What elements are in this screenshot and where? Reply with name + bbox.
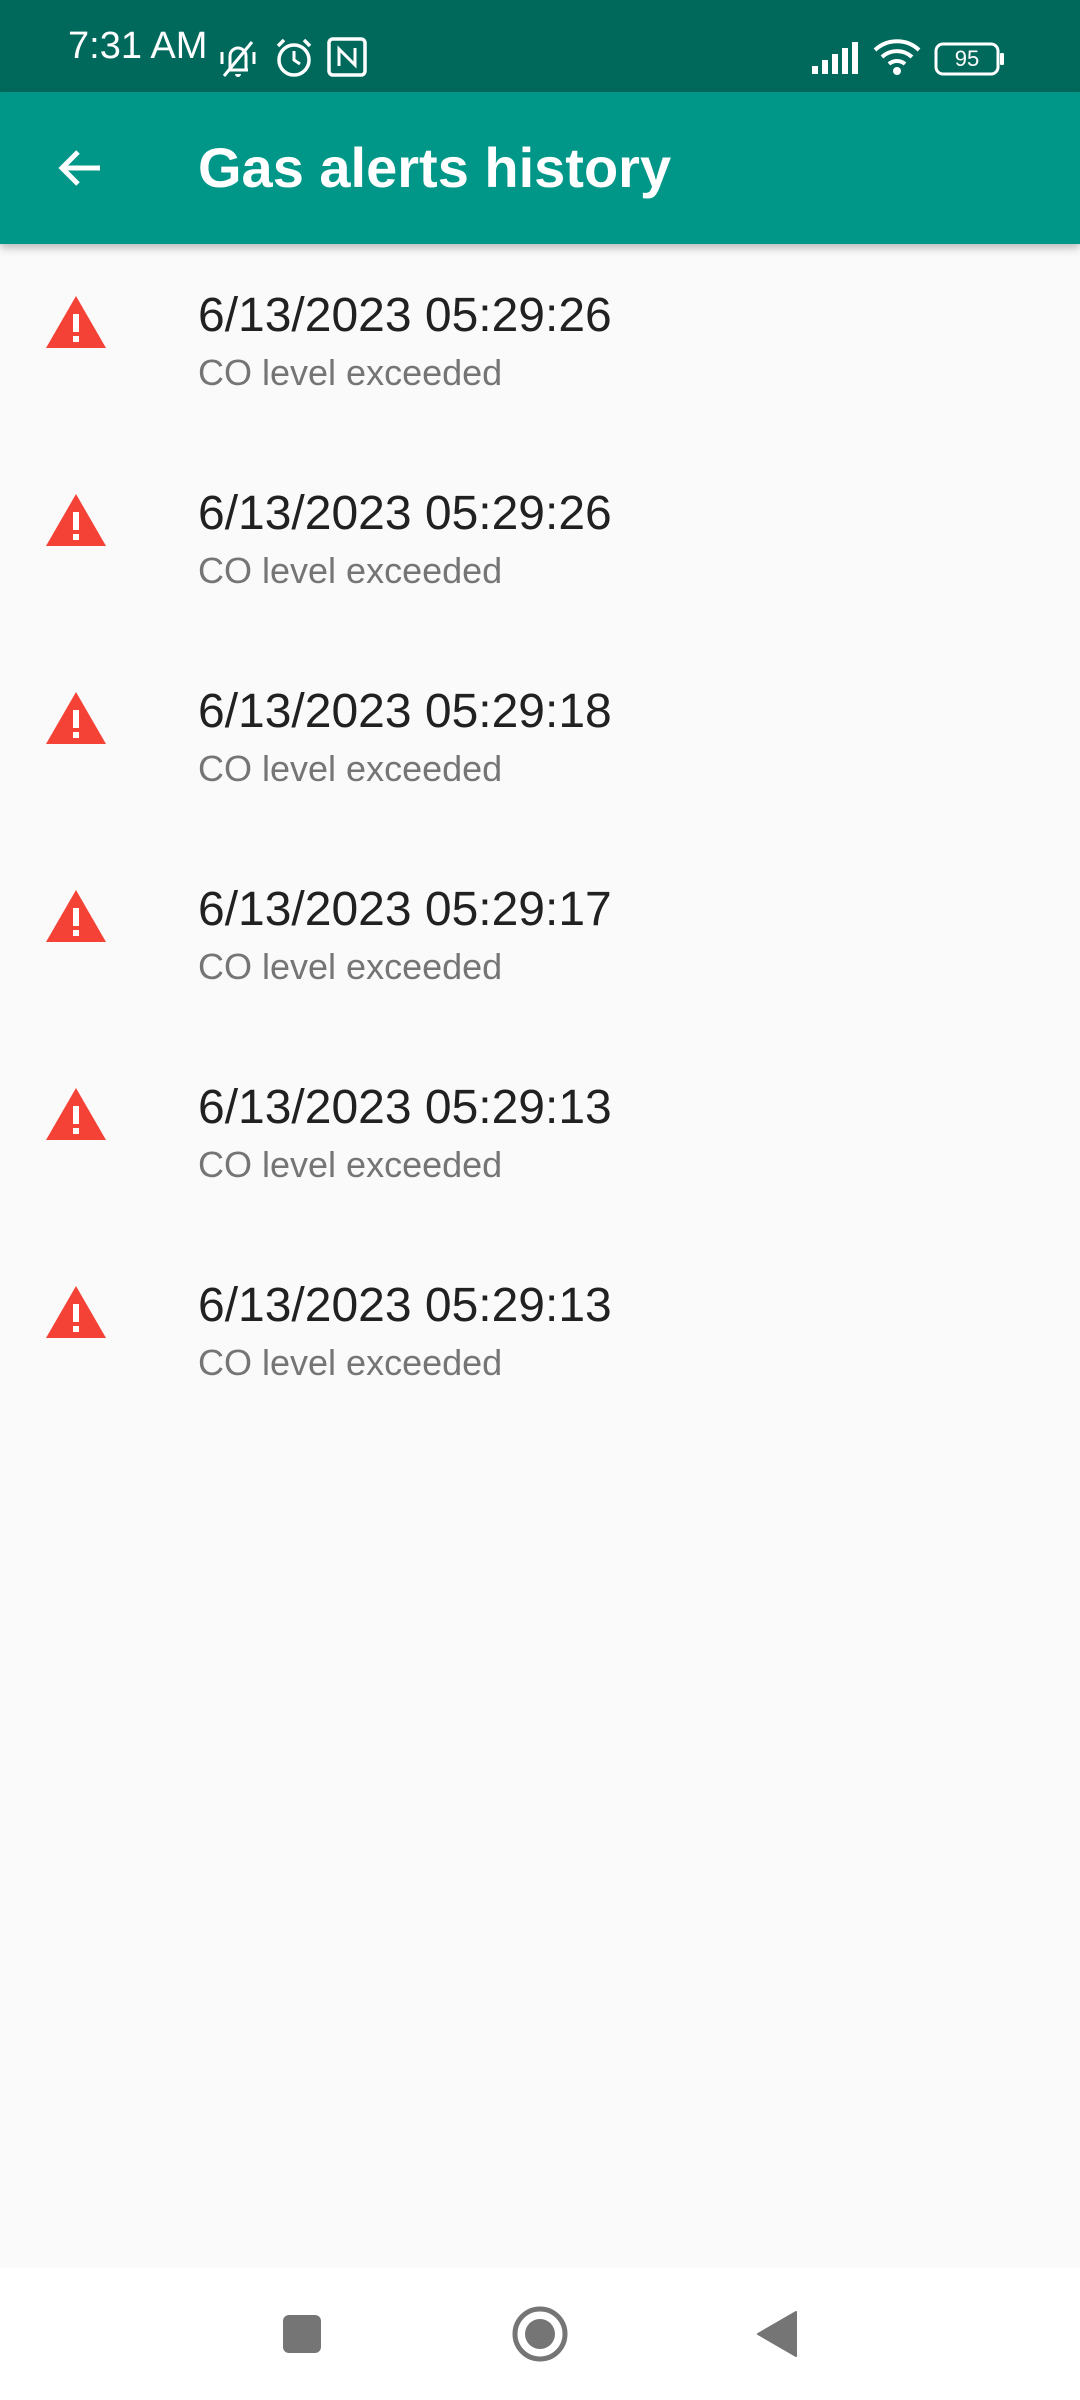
signal-icon [810, 40, 860, 81]
alert-message: CO level exceeded [198, 1342, 503, 1383]
alert-list: 6/13/2023 05:29:26 CO level exceeded 6/1… [0, 244, 1080, 1432]
list-item[interactable]: 6/13/2023 05:29:26 CO level exceeded [0, 244, 1080, 442]
alarm-icon [272, 34, 316, 87]
list-item[interactable]: 6/13/2023 05:29:17 CO level exceeded [0, 838, 1080, 1036]
back-icon [757, 2311, 797, 2357]
list-item[interactable]: 6/13/2023 05:29:18 CO level exceeded [0, 640, 1080, 838]
warning-icon [44, 294, 108, 350]
warning-icon [44, 1086, 108, 1142]
wifi-icon [872, 36, 922, 81]
alert-message: CO level exceeded [198, 748, 503, 789]
home-button[interactable] [504, 2298, 576, 2370]
recents-button[interactable] [266, 2298, 338, 2370]
alert-time: 6/13/2023 05:29:18 [198, 685, 612, 738]
list-item[interactable]: 6/13/2023 05:29:13 CO level exceeded [0, 1234, 1080, 1432]
mute-vibrate-icon [214, 34, 262, 87]
alert-time: 6/13/2023 05:29:13 [198, 1081, 612, 1134]
status-bar: 7:31 AM 95 [0, 0, 1080, 92]
alert-message: CO level exceeded [198, 352, 503, 393]
warning-icon [44, 1284, 108, 1340]
arrow-back-icon [58, 150, 100, 186]
back-nav-button[interactable] [740, 2298, 812, 2370]
alert-message: CO level exceeded [198, 550, 503, 591]
alert-message: CO level exceeded [198, 1144, 503, 1185]
alert-time: 6/13/2023 05:29:17 [198, 883, 612, 936]
app-bar: Gas alerts history [0, 92, 1080, 244]
warning-icon [44, 888, 108, 944]
home-icon [512, 2306, 568, 2362]
navigation-bar [0, 2268, 1080, 2400]
page-title: Gas alerts history [198, 136, 672, 199]
warning-icon [44, 690, 108, 746]
list-item[interactable]: 6/13/2023 05:29:13 CO level exceeded [0, 1036, 1080, 1234]
back-button[interactable] [38, 126, 122, 210]
recents-icon [283, 2315, 321, 2353]
list-item[interactable]: 6/13/2023 05:29:26 CO level exceeded [0, 442, 1080, 640]
nfc-icon [326, 36, 368, 83]
warning-icon [44, 492, 108, 548]
alert-time: 6/13/2023 05:29:26 [198, 487, 612, 540]
alert-time: 6/13/2023 05:29:13 [198, 1279, 612, 1332]
status-time: 7:31 AM [68, 25, 208, 67]
battery-level: 95 [954, 46, 980, 71]
alert-time: 6/13/2023 05:29:26 [198, 289, 612, 342]
alert-message: CO level exceeded [198, 946, 503, 987]
